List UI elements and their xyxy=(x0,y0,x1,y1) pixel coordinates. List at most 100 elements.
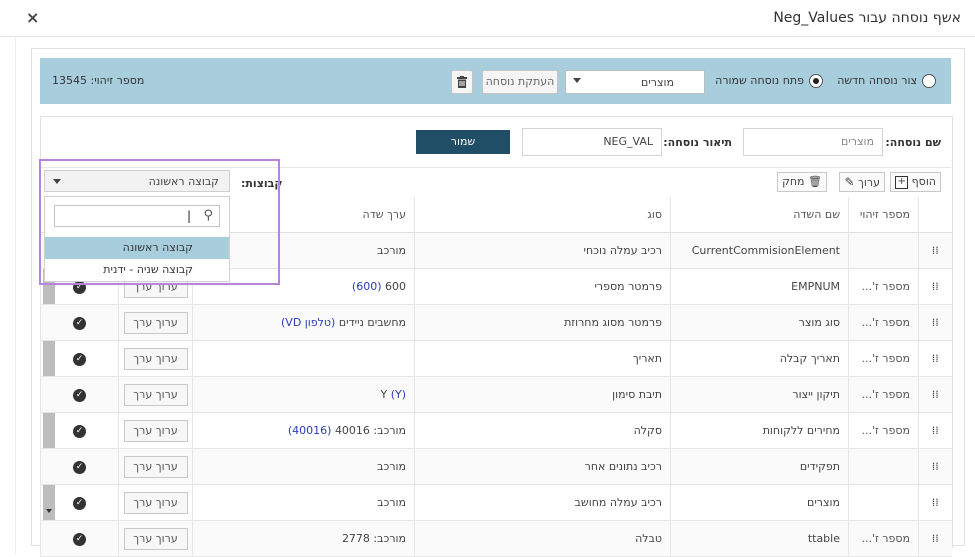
row-type: תאריך xyxy=(414,340,671,377)
save-button[interactable]: שמור xyxy=(416,130,510,154)
drag-handle-icon[interactable]: ⁞⁞ xyxy=(918,520,952,557)
edit-value-button[interactable]: ערוך ערך xyxy=(123,491,188,514)
check-circle-icon: ✓ xyxy=(73,425,86,438)
row-id: מספר ז'... xyxy=(848,376,919,413)
row-value-action: ערוך ערך xyxy=(118,520,193,557)
drag-handle-icon[interactable]: ⁞⁞ xyxy=(918,376,952,413)
trash-icon xyxy=(457,76,467,88)
edit-value-button[interactable]: ערוך ערך xyxy=(123,311,188,334)
check-circle-icon: ✓ xyxy=(73,353,86,366)
edit-button-label: ערוך xyxy=(858,176,880,189)
row-field-name: EMPNUM xyxy=(670,268,849,305)
drag-handle-icon[interactable]: ⁞⁞ xyxy=(918,340,952,377)
table-row[interactable]: ⁞⁞ מספר ז'... תיקון ייצור תיבת סימון Y (Y) ער… xyxy=(40,376,952,413)
row-id xyxy=(848,484,919,521)
row-value-text: מורכב: 2778 xyxy=(341,532,406,545)
formula-mode-bar: צור נוסחה חדשה פתח נוסחה שמורה מוצרים הע… xyxy=(40,58,951,104)
row-value-action: ערוך ערך xyxy=(118,340,193,377)
dialog-title: אשף נוסחה עבור Neg_Values xyxy=(773,10,961,26)
table-row[interactable]: ⁞⁞ מוצרים רכיב עמלה מחושב מורכב ערוך ערך ✓ xyxy=(40,484,952,521)
drag-handle-icon[interactable]: ⁞⁞ xyxy=(918,304,952,341)
row-value-link[interactable]: (טלפון VD) xyxy=(281,316,335,329)
edit-value-button[interactable]: ערוך ערך xyxy=(123,383,188,406)
drag-handle-icon[interactable]: ⁞⁞ xyxy=(918,448,952,485)
drag-handle-icon[interactable]: ⁞⁞ xyxy=(918,232,952,269)
radio-open-formula[interactable] xyxy=(809,74,823,88)
row-field-name: סוג מוצר xyxy=(670,304,849,341)
row-value-text: מחשבים ניידים xyxy=(338,316,406,329)
formula-name-field[interactable]: מוצרים xyxy=(743,128,883,156)
formula-name-label: שם נוסחה: xyxy=(885,136,941,149)
row-field-value xyxy=(192,340,415,377)
highlight-outline xyxy=(39,159,280,285)
formula-id-label: מספר זיהוי: 13545 xyxy=(52,74,145,87)
row-type: רכיב נתונים אחר xyxy=(414,448,671,485)
row-id: מספר ז'... xyxy=(848,340,919,377)
edit-button[interactable]: ערוך ✎ xyxy=(839,172,885,192)
row-field-name: מחירים ללקוחות xyxy=(670,412,849,449)
row-value-text: Y xyxy=(380,388,388,401)
saved-formula-select[interactable]: מוצרים xyxy=(565,70,705,94)
row-status: ✓ xyxy=(40,484,119,521)
plus-box-icon: + xyxy=(895,175,909,189)
table-row[interactable]: ⁞⁞ מספר ז'... מחירים ללקוחות סקלה מורכב: 400… xyxy=(40,412,952,449)
radio-new-formula[interactable] xyxy=(922,74,936,88)
row-type: רכיב עמלה מחושב xyxy=(414,484,671,521)
row-field-name: ttable xyxy=(670,520,849,557)
row-value-link[interactable]: (40016) xyxy=(288,424,332,437)
check-circle-icon: ✓ xyxy=(73,497,86,510)
row-value-action: ערוך ערך xyxy=(118,448,193,485)
row-field-value: מורכב: 40016 (40016) xyxy=(192,412,415,449)
row-value-text: מורכב xyxy=(377,496,406,509)
row-type: טבלה xyxy=(414,520,671,557)
row-type: פרמטר מסוג מחרוזת xyxy=(414,304,671,341)
close-icon[interactable]: × xyxy=(26,8,39,27)
row-id: מספר ז'... xyxy=(848,268,919,305)
row-type: תיבת סימון xyxy=(414,376,671,413)
drag-handle-icon[interactable]: ⁞⁞ xyxy=(918,484,952,521)
row-value-action: ערוך ערך xyxy=(118,484,193,521)
row-type: רכיב עמלה נוכחי xyxy=(414,232,671,269)
table-row[interactable]: ⁞⁞ מספר ז'... תאריך קבלה תאריך ערוך ערך ✓ xyxy=(40,340,952,377)
row-field-value: מחשבים ניידים (טלפון VD) xyxy=(192,304,415,341)
edit-value-button[interactable]: ערוך ערך xyxy=(123,527,188,550)
row-status: ✓ xyxy=(40,340,119,377)
delete-button[interactable]: 🗑 מחק xyxy=(777,172,827,192)
copy-formula-button[interactable]: העתקת נוסחה xyxy=(482,70,558,94)
radio-new-label: צור נוסחה חדשה xyxy=(837,74,917,87)
saved-formula-value: מוצרים xyxy=(641,76,674,89)
add-button[interactable]: הוסף + xyxy=(890,172,941,192)
row-status: ✓ xyxy=(40,304,119,341)
formula-desc-label: תיאור נוסחה: xyxy=(663,136,732,149)
table-row[interactable]: ⁞⁞ תפקידים רכיב נתונים אחר מורכב ערוך ערך ✓ xyxy=(40,448,952,485)
formula-desc-field[interactable]: NEG_VAL xyxy=(522,128,662,156)
delete-formula-button[interactable] xyxy=(451,70,473,94)
drag-handle-icon[interactable]: ⁞⁞ xyxy=(918,412,952,449)
row-status: ✓ xyxy=(40,412,119,449)
check-circle-icon: ✓ xyxy=(73,389,86,402)
edit-value-button[interactable]: ערוך ערך xyxy=(123,347,188,370)
edit-value-button[interactable]: ערוך ערך xyxy=(123,455,188,478)
edit-value-button[interactable]: ערוך ערך xyxy=(123,419,188,442)
row-id: מספר ז'... xyxy=(848,412,919,449)
pencil-icon: ✎ xyxy=(844,175,855,189)
table-row[interactable]: ⁞⁞ מספר ז'... ttable טבלה מורכב: 2778 ערוך ע… xyxy=(40,520,952,557)
add-button-label: הוסף xyxy=(911,175,936,188)
row-field-name: תאריך קבלה xyxy=(670,340,849,377)
row-value-text: 600 xyxy=(385,280,406,293)
drag-handle-icon[interactable]: ⁞⁞ xyxy=(918,268,952,305)
table-row[interactable]: ⁞⁞ מספר ז'... סוג מוצר פרמטר מסוג מחרוזת מחש… xyxy=(40,304,952,341)
row-value-text: מורכב: 40016 xyxy=(334,424,406,437)
row-value-link[interactable]: (Y) xyxy=(391,388,406,401)
delete-button-label: מחק xyxy=(782,175,805,188)
check-circle-icon: ✓ xyxy=(73,461,86,474)
row-field-name: CurrentCommisionElement xyxy=(670,232,849,269)
dialog-titlebar: אשף נוסחה עבור Neg_Values × xyxy=(0,0,975,37)
col-id: מספר זיהוי xyxy=(848,197,919,233)
row-value-action: ערוך ערך xyxy=(118,376,193,413)
row-status: ✓ xyxy=(40,448,119,485)
chevron-down-icon xyxy=(573,78,581,83)
row-id: מספר ז'... xyxy=(848,304,919,341)
row-value-action: ערוך ערך xyxy=(118,304,193,341)
row-value-link[interactable]: (600) xyxy=(352,280,382,293)
